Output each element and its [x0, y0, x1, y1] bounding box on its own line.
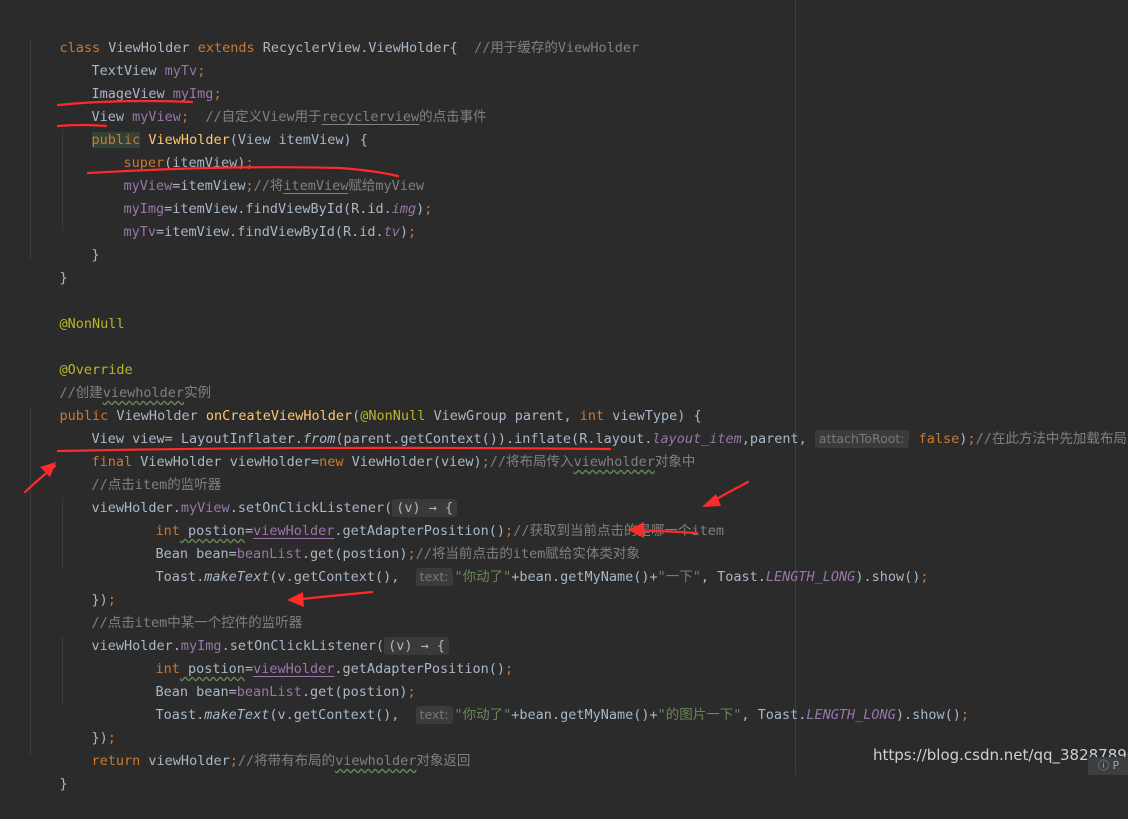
comment: //用于缓存的ViewHolder — [474, 40, 640, 56]
code-line[interactable]: Toast.makeText(v.getContext(), text: "你动了… — [123, 681, 969, 724]
comment: //在此方法中先加载布局 — [975, 431, 1127, 447]
comment: viewholder — [573, 454, 655, 470]
constant: LENGTH_LONG — [765, 569, 856, 585]
comment: 的点击事件 — [419, 109, 487, 125]
code-editor[interactable]: class ViewHolder extends RecyclerView.Vi… — [0, 0, 1128, 792]
comment: 对象中 — [654, 454, 696, 470]
indent-guide — [30, 406, 31, 756]
constant: LENGTH_LONG — [806, 707, 896, 723]
code-line[interactable]: } — [59, 221, 100, 263]
parameter-hint: text: — [415, 706, 453, 724]
code-line[interactable]: public ViewHolder(View itemView) { — [59, 106, 368, 148]
code-line[interactable]: super(itemView); — [91, 129, 254, 171]
code-line[interactable]: }); — [59, 704, 116, 746]
field-name: myTv — [123, 224, 157, 240]
string-literal: "你动了" — [454, 569, 512, 585]
semicolon: ; — [424, 201, 433, 217]
parameter-hint: text: — [415, 568, 453, 586]
code-line[interactable]: @Override — [27, 336, 133, 378]
code-line[interactable]: int postion=viewHolder.getAdapterPositio… — [123, 497, 724, 539]
code-text: ,parent, — [741, 431, 815, 447]
semicolon: ; — [229, 753, 238, 769]
keyword: return — [91, 753, 141, 769]
code-line[interactable]: @NonNull — [27, 290, 125, 332]
code-line[interactable]: myTv=itemView.findViewById(R.id.tv); — [91, 198, 417, 240]
keyword: extends — [197, 40, 255, 56]
code-text: +bean.getMyName()+ — [511, 569, 658, 585]
static-method: makeText — [204, 707, 270, 723]
semicolon: ; — [505, 661, 514, 677]
code-text: ) — [399, 224, 409, 240]
keyword: false — [910, 431, 960, 447]
code-line[interactable]: class ViewHolder extends RecyclerView.Vi… — [27, 14, 640, 56]
annotation: @NonNull — [59, 316, 125, 332]
brace: } — [59, 776, 68, 792]
code-text: ).show() — [855, 569, 921, 585]
code-line[interactable]: Bean bean=beanList.get(postion); — [123, 658, 416, 700]
code-line[interactable]: Toast.makeText(v.getContext(), text: "你动了… — [123, 543, 928, 586]
code-line[interactable]: //点击item的监听器 — [59, 451, 222, 493]
code-line[interactable]: }); — [59, 566, 116, 608]
code-text: Toast. — [155, 707, 205, 723]
code-line[interactable]: return viewHolder;//将带有布局的viewholder对象返回 — [59, 727, 471, 769]
code-text: ViewHolder(view) — [343, 454, 482, 470]
comment: //将布局传入 — [489, 454, 574, 470]
parameter-hint: attachToRoot: — [814, 430, 909, 448]
brace: } — [91, 247, 100, 263]
code-line[interactable]: ImageView myImg; — [59, 60, 222, 102]
string-literal: "的图片一下" — [657, 707, 742, 723]
static-method: makeText — [204, 569, 270, 585]
code-line[interactable]: viewHolder.myView.setOnClickListener((v)… — [59, 474, 458, 517]
semicolon: ; — [408, 224, 417, 240]
code-text: (v.getContext(), — [269, 569, 416, 585]
semicolon: ; — [960, 707, 969, 723]
code-text: Toast. — [155, 569, 205, 585]
code-line[interactable]: //创建viewholder实例 — [27, 359, 212, 401]
code-text: ).show() — [895, 707, 961, 723]
code-line[interactable]: viewHolder.myImg.setOnClickListener((v) … — [59, 612, 450, 655]
code-text: , Toast. — [741, 707, 807, 723]
string-literal: "你动了" — [454, 707, 512, 723]
code-line[interactable]: TextView myTv; — [59, 37, 206, 79]
code-line[interactable]: View myView; //自定义View用于recyclerview的点击事… — [59, 83, 487, 125]
code-line[interactable]: } — [27, 750, 68, 792]
code-line[interactable]: Bean bean=beanList.get(postion);//将当前点击的… — [123, 520, 640, 562]
code-text: viewHolder — [140, 753, 230, 769]
code-line[interactable]: View view= LayoutInflater.from(parent.ge… — [59, 405, 1127, 448]
code-line[interactable]: //点击item中某一个控件的监听器 — [59, 589, 303, 631]
code-text: =itemView.findViewById(R.id. — [156, 224, 384, 240]
code-line[interactable]: final ViewHolder viewHolder=new ViewHold… — [59, 428, 696, 470]
code-text: RecyclerView.ViewHolder{ — [254, 40, 475, 56]
brace: } — [59, 270, 68, 286]
string-literal: "一下" — [657, 569, 701, 585]
semicolon: ; — [967, 431, 976, 447]
keyword: new — [319, 454, 344, 470]
code-line[interactable]: int postion=viewHolder.getAdapterPositio… — [123, 635, 514, 677]
comment: //将带有布局的 — [237, 753, 336, 769]
semicolon: ; — [481, 454, 490, 470]
code-line[interactable]: myView=itemView;//将itemView赋给myView — [91, 152, 425, 194]
code-line[interactable]: } — [27, 244, 68, 286]
code-text: , Toast. — [700, 569, 766, 585]
resource-id: tv — [383, 224, 400, 240]
right-margin-guide — [795, 0, 796, 775]
code-text: +bean.getMyName()+ — [511, 707, 658, 723]
info-badge[interactable]: ⓘ P — [1088, 757, 1128, 775]
comment: 对象返回 — [416, 753, 471, 769]
comment: viewholder — [335, 753, 417, 769]
semicolon: ; — [920, 569, 929, 585]
code-text: (v.getContext(), — [269, 707, 416, 723]
code-line[interactable]: public ViewHolder onCreateViewHolder(@No… — [27, 382, 702, 424]
code-line[interactable]: myImg=itemView.findViewById(R.id.img); — [91, 175, 433, 217]
